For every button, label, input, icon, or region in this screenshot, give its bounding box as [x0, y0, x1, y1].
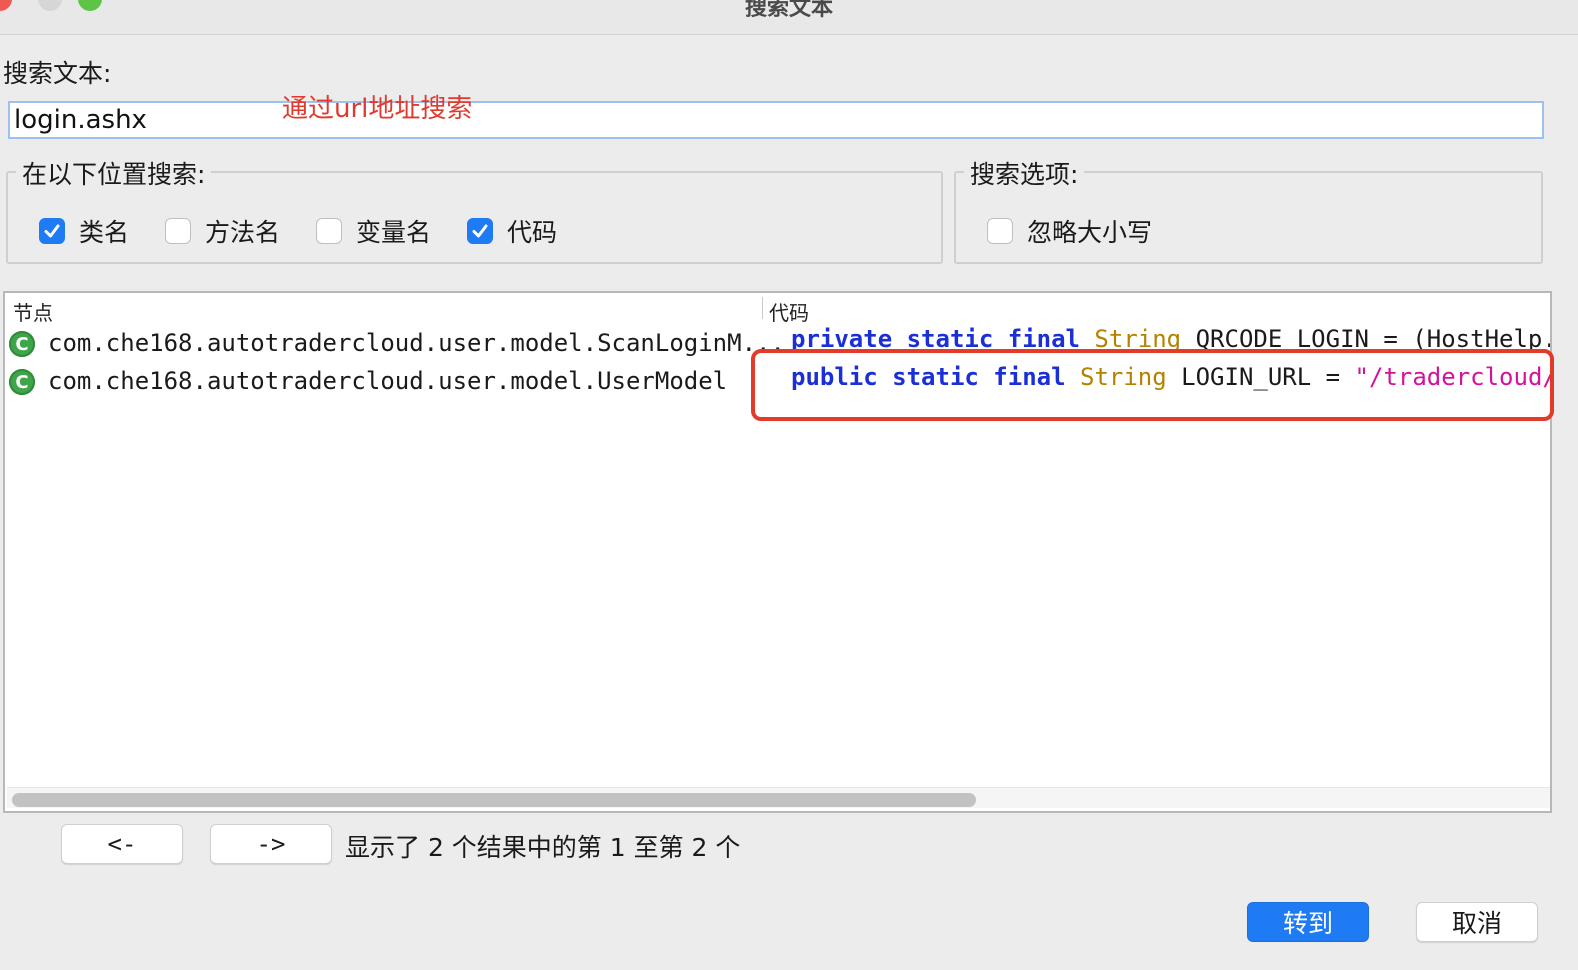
next-result-button[interactable]: ->	[210, 824, 332, 864]
checkmark-icon	[44, 224, 60, 238]
checkbox-label: 类名	[79, 218, 130, 247]
search-location-title: 在以下位置搜索:	[16, 155, 212, 191]
checkbox-box[interactable]	[316, 218, 342, 244]
checkbox-method-name[interactable]: 方法名	[165, 213, 280, 249]
checkbox-box[interactable]	[467, 218, 493, 244]
row-node: com.che168.autotradercloud.user.model.Us…	[48, 367, 728, 395]
goto-button[interactable]: 转到	[1247, 902, 1369, 942]
annotation-highlight-box	[751, 349, 1554, 421]
class-icon: C	[9, 331, 35, 357]
checkbox-ignore-case[interactable]: 忽略大小写	[987, 213, 1152, 249]
checkmark-icon	[472, 224, 488, 238]
checkbox-class-name[interactable]: 类名	[39, 213, 129, 249]
column-header-code[interactable]: 代码	[769, 297, 809, 326]
checkbox-box[interactable]	[987, 218, 1013, 244]
checkbox-code[interactable]: 代码	[467, 213, 557, 249]
search-input[interactable]	[8, 101, 1544, 139]
column-divider[interactable]	[762, 297, 763, 319]
results-status: 显示了 2 个结果中的第 1 至第 2 个	[345, 833, 741, 862]
title-bar: 搜索文本	[0, 0, 1578, 35]
checkbox-variable-name[interactable]: 变量名	[316, 213, 431, 249]
column-header-node[interactable]: 节点	[13, 297, 53, 326]
checkbox-box[interactable]	[39, 218, 65, 244]
search-label: 搜索文本:	[3, 59, 112, 88]
row-node: com.che168.autotradercloud.user.model.Sc…	[48, 329, 785, 357]
horizontal-scrollbar[interactable]	[7, 787, 1550, 808]
checkbox-box[interactable]	[165, 218, 191, 244]
annotation-text: 通过url地址搜索	[282, 94, 473, 124]
checkbox-label: 变量名	[356, 218, 432, 247]
search-location-group: 在以下位置搜索: 类名 方法名 变量名 代码	[6, 155, 943, 264]
cancel-button[interactable]: 取消	[1416, 902, 1538, 942]
checkbox-label: 代码	[507, 218, 558, 247]
scrollbar-thumb[interactable]	[12, 793, 976, 807]
search-options-title: 搜索选项:	[964, 155, 1085, 191]
search-options-group: 搜索选项: 忽略大小写	[954, 155, 1543, 264]
window-title: 搜索文本	[744, 0, 833, 21]
checkbox-label: 忽略大小写	[1027, 218, 1153, 247]
checkbox-label: 方法名	[205, 218, 281, 247]
class-icon: C	[9, 369, 35, 395]
prev-result-button[interactable]: <-	[61, 824, 183, 864]
